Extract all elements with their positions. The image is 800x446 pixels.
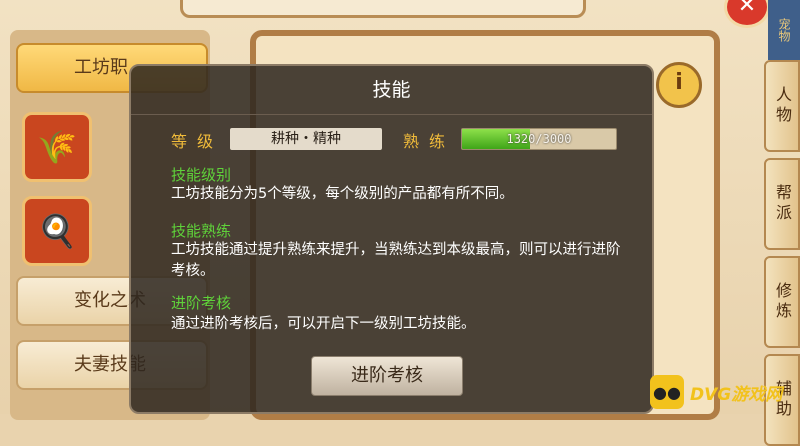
watermark-text: DVG游戏网 [690,384,783,405]
section-heading-proficiency: 技能熟练 [171,222,232,240]
section-body-advance: 通过进阶考核后，可以开启下一级别工坊技能。 [171,316,476,332]
proficiency-bar: 1320/3000 [461,128,617,150]
proficiency-value: 1320/3000 [506,132,572,146]
corner-tag[interactable]: 宠物 [768,0,800,60]
cooking-pot-icon[interactable]: 🍳 [22,196,92,266]
section-body-proficiency: 工坊技能通过提升熟练来提升，当熟练达到本级最高，则可以进行进阶考核。 [171,242,621,279]
watermark-logo: ●● DVG游戏网 [650,370,800,414]
top-search-bar [180,0,586,18]
tab-guild[interactable]: 帮派 [764,158,800,250]
skill-name: 耕种・精种 [230,128,382,150]
skill-dialog: 技能 等级 耕种・精种 熟练 1320/3000 技能级别 工坊技能分为5个等级… [129,64,654,414]
info-button[interactable]: i [656,62,702,108]
advance-exam-button[interactable]: 进阶考核 [311,356,463,396]
level-label: 等级 [171,132,224,151]
wheat-icon[interactable]: 🌾 [22,112,92,182]
section-body-level: 工坊技能分为5个等级，每个级别的产品都有所不同。 [171,186,514,202]
section-heading-level: 技能级别 [171,166,232,184]
section-heading-advance: 进阶考核 [171,294,232,312]
dialog-title: 技能 [131,66,652,115]
tab-cultivation[interactable]: 修炼 [764,256,800,348]
proficiency-label: 熟练 [403,132,456,151]
sidebar-item-label: 工坊职 [74,57,128,78]
tab-character[interactable]: 人物 [764,60,800,152]
gamepad-icon: ●● [650,375,684,409]
